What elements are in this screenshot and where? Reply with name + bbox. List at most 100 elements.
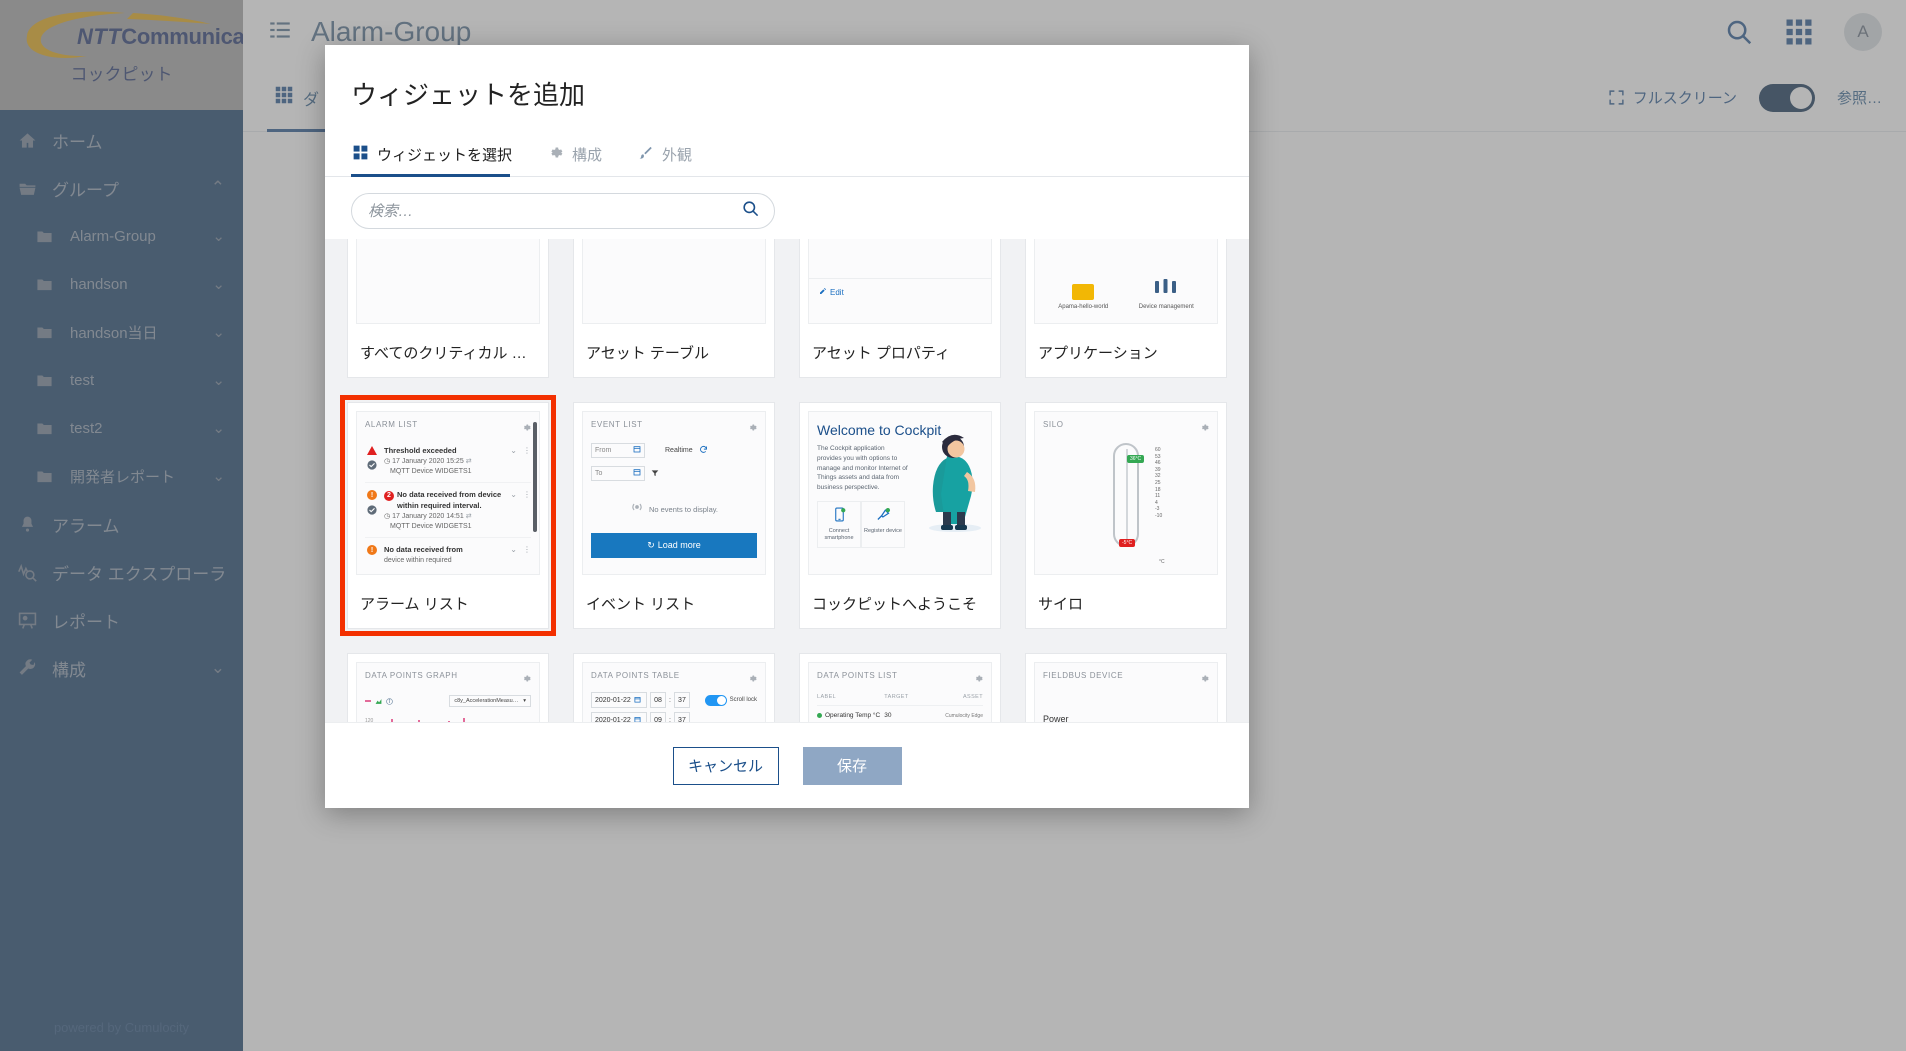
calendar-icon[interactable] <box>634 696 641 705</box>
widget-preview-title: DATA POINTS LIST <box>817 671 898 680</box>
widget-card-silo[interactable]: SILO 60 53 46 39 32 25 18 11 4 -3 -10 °C 36°C -5°C <box>1025 402 1227 629</box>
calendar-icon[interactable] <box>633 468 641 478</box>
grid-icon <box>353 145 368 164</box>
tab-appearance[interactable]: 外観 <box>636 134 704 176</box>
widget-gallery[interactable]: すべてのクリティカル ア… アセット テーブル Edit アセット プロパティ … <box>325 239 1249 722</box>
widget-preview <box>348 239 548 332</box>
critical-alarm-icon <box>367 446 377 455</box>
row-menu-icon[interactable]: ⋮ <box>523 490 531 499</box>
register-device-icon <box>864 507 902 525</box>
widget-preview: DATA POINTS LIST LABEL TARGET ASSET Oper… <box>800 654 1000 722</box>
widget-card-datapoints-graph[interactable]: DATA POINTS GRAPH c8y_AccelerationMeasu…… <box>347 653 549 722</box>
broadcast-icon <box>630 500 644 519</box>
minute-from-field[interactable]: 37 <box>673 692 690 708</box>
welcome-body: The Cockpit application provides you wit… <box>817 445 908 492</box>
apama-icon <box>1072 283 1095 300</box>
chevron-down-icon[interactable]: ⌄ <box>510 545 517 554</box>
date-to-value: 2020-01-22 <box>595 716 631 723</box>
widget-card[interactable]: Edit アセット プロパティ <box>799 239 1001 378</box>
chevron-down-icon[interactable]: ⌄ <box>510 446 517 455</box>
date-from-field[interactable]: 2020-01-22 <box>591 692 647 708</box>
search-row <box>325 177 1249 239</box>
widget-preview: DATA POINTS TABLE 2020-01-22 08 : 37 Scr… <box>574 654 774 722</box>
widget-preview: DATA POINTS GRAPH c8y_AccelerationMeasu…… <box>348 654 548 722</box>
date-from-value: 2020-01-22 <box>595 696 631 704</box>
brush-icon <box>638 145 653 164</box>
gear-icon[interactable] <box>974 670 983 688</box>
widget-card-event-list[interactable]: EVENT LIST From Realtime To No events to… <box>573 402 775 629</box>
preview-scrollbar[interactable] <box>533 422 537 532</box>
row-label: Operating Temp °C <box>825 712 881 719</box>
welcome-tile[interactable]: Register device <box>861 500 905 549</box>
welcome-tile-caption: Connect smartphone <box>824 527 854 542</box>
welcome-tile[interactable]: Connect smartphone <box>817 500 861 549</box>
tab-configuration-label: 構成 <box>572 147 603 164</box>
tab-configuration[interactable]: 構成 <box>546 134 614 176</box>
widget-card-alarm-list[interactable]: ALARM LIST Threshold exceeded ◷ 17 Janua… <box>340 395 556 636</box>
minute-to-field[interactable]: 37 <box>673 712 690 722</box>
gear-icon[interactable] <box>1200 670 1209 688</box>
series-selector[interactable]: c8y_AccelerationMeasu… ▾ <box>449 695 531 707</box>
widget-card-fieldbus-device[interactable]: FIELDBUS DEVICE Power <box>1025 653 1227 722</box>
widget-preview-title: EVENT LIST <box>591 420 643 429</box>
from-label: From <box>595 446 612 454</box>
pencil-icon <box>819 287 827 297</box>
search-icon[interactable] <box>741 199 760 223</box>
row-asset: Cumulocity Edge <box>945 712 983 719</box>
date-to-field[interactable]: 2020-01-22 <box>591 712 647 722</box>
series-color-swatch <box>365 700 371 702</box>
to-field[interactable]: To <box>591 465 645 481</box>
row-menu-icon[interactable]: ⋮ <box>523 446 531 455</box>
dialog-header: ウィジェットを追加 <box>325 45 1249 112</box>
silo-scale-tick: 60 <box>1155 447 1161 453</box>
dialog-tabs: ウィジェットを選択 構成 外観 <box>325 134 1249 177</box>
widget-card-datapoints-table[interactable]: DATA POINTS TABLE 2020-01-22 08 : 37 Scr… <box>573 653 775 722</box>
search-box[interactable] <box>351 193 775 229</box>
hour-from-field[interactable]: 08 <box>650 692 666 708</box>
save-button[interactable]: 保存 <box>802 746 902 785</box>
widget-preview: Welcome to Cockpit The Cockpit applicati… <box>800 403 1000 583</box>
widget-card[interactable]: アセット テーブル <box>573 239 775 378</box>
from-field[interactable]: From <box>591 442 645 458</box>
widget-card[interactable]: Apama-hello-world Device management アプリケ… <box>1025 239 1227 378</box>
edit-link[interactable]: Edit <box>830 288 844 297</box>
chevron-down-icon[interactable]: ⌄ <box>510 490 517 499</box>
dialog-title: ウィジェットを追加 <box>351 80 586 110</box>
filter-icon[interactable] <box>651 464 659 482</box>
y-tick: 120 <box>365 718 374 722</box>
widget-card[interactable]: すべてのクリティカル ア… <box>347 239 549 378</box>
app-tile-caption: Device management <box>1138 303 1194 310</box>
widget-card-label: イベント リスト <box>586 596 696 613</box>
widget-preview: ALARM LIST Threshold exceeded ◷ 17 Janua… <box>348 403 548 583</box>
silo-scale-tick: 18 <box>1155 486 1161 493</box>
widget-card-label: すべてのクリティカル ア… <box>360 345 542 362</box>
calendar-icon[interactable] <box>634 716 641 722</box>
gear-icon[interactable] <box>748 419 757 437</box>
load-more-button[interactable]: ↻ Load more <box>591 533 757 558</box>
gear-icon[interactable] <box>748 670 757 688</box>
silo-unit: °C <box>1159 559 1165 565</box>
widget-card-welcome[interactable]: Welcome to Cockpit The Cockpit applicati… <box>799 402 1001 629</box>
cancel-button[interactable]: キャンセル <box>672 746 779 785</box>
gear-icon[interactable] <box>522 419 531 437</box>
refresh-icon[interactable] <box>699 441 708 459</box>
major-alarm-icon: ! <box>367 545 377 556</box>
tab-select-widget[interactable]: ウィジェットを選択 <box>351 134 524 177</box>
search-input[interactable] <box>366 201 741 221</box>
scroll-lock-toggle[interactable] <box>704 694 727 706</box>
gear-icon[interactable] <box>1200 419 1209 437</box>
alarm-row: ! No data received from device within re… <box>365 538 531 571</box>
silo-scale-tick: -3 <box>1155 506 1160 513</box>
tab-select-widget-label: ウィジェットを選択 <box>377 147 513 164</box>
alarm-row: ! 2 No data received from device within … <box>365 483 531 539</box>
hour-to-field[interactable]: 09 <box>650 712 666 722</box>
calendar-icon[interactable] <box>633 445 641 455</box>
row-menu-icon[interactable]: ⋮ <box>523 545 531 554</box>
gear-icon[interactable] <box>522 670 531 688</box>
alarm-source: MQTT Device WIDGETS1 <box>390 468 472 476</box>
series-selector-label: c8y_AccelerationMeasu… <box>454 698 519 704</box>
widget-card-label: アプリケーション <box>1038 345 1158 362</box>
tab-appearance-label: 外観 <box>662 147 693 164</box>
widget-card-datapoints-list[interactable]: DATA POINTS LIST LABEL TARGET ASSET Oper… <box>799 653 1001 722</box>
widget-card-label: コックピットへようこそ <box>812 596 978 613</box>
